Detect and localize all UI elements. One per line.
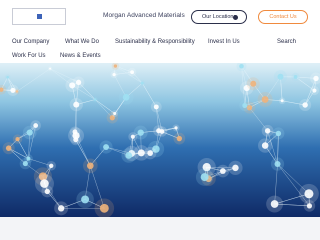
main-navigation: Our Company What We Do Sustainability & … — [0, 36, 320, 64]
our-locations-label: Our Locations — [202, 14, 237, 20]
network-node — [33, 123, 39, 128]
network-node — [10, 87, 16, 93]
network-node — [302, 102, 308, 108]
network-node — [72, 131, 80, 140]
network-node — [153, 104, 159, 110]
network-node — [242, 103, 248, 109]
network-node — [232, 164, 239, 172]
network-node — [293, 75, 298, 79]
network-node — [275, 130, 282, 137]
network-node — [6, 75, 9, 79]
network-node — [26, 156, 31, 161]
network-node — [219, 168, 226, 174]
network-node — [264, 128, 271, 134]
nav-item-what-we-do[interactable]: What We Do — [65, 39, 99, 45]
network-node — [200, 173, 209, 182]
network-node — [130, 134, 135, 139]
nav-item-work-for-us[interactable]: Work For Us — [12, 53, 46, 59]
network-node — [81, 195, 90, 204]
network-node — [137, 129, 144, 136]
network-node — [312, 88, 317, 93]
network-node — [274, 161, 281, 168]
location-pin-icon — [233, 15, 238, 20]
site-header: Morgan Advanced Materials Our Locations … — [0, 0, 320, 34]
network-node — [140, 81, 144, 85]
network-node — [239, 63, 244, 69]
content-strip — [0, 217, 320, 240]
network-node — [15, 136, 20, 142]
network-node — [147, 150, 153, 156]
logo-mark-icon — [37, 14, 42, 19]
nav-item-search[interactable]: Search — [277, 39, 296, 45]
nav-item-sustainability[interactable]: Sustainability & Responsibility — [115, 39, 195, 45]
nav-item-our-company[interactable]: Our Company — [12, 39, 49, 45]
network-node — [174, 126, 178, 130]
network-node — [40, 179, 49, 188]
network-node — [250, 80, 257, 87]
network-node — [261, 96, 269, 103]
network-node — [99, 203, 109, 213]
network-node — [156, 128, 162, 134]
network-node — [176, 135, 183, 142]
hero-network-image — [0, 63, 320, 217]
contact-us-button[interactable]: Contact Us — [258, 10, 308, 24]
network-node — [113, 111, 117, 116]
network-node — [86, 162, 94, 170]
network-node — [280, 99, 284, 103]
network-node — [49, 163, 54, 168]
network-node — [69, 82, 76, 89]
network-node — [125, 152, 133, 159]
site-logo[interactable] — [12, 8, 66, 25]
network-node — [122, 93, 130, 101]
network-node — [270, 200, 279, 208]
hero-banner — [0, 63, 320, 217]
network-node — [73, 101, 80, 108]
network-node — [5, 145, 12, 151]
network-node — [304, 189, 314, 199]
network-node — [313, 75, 319, 82]
network-node — [277, 73, 284, 80]
network-node — [57, 205, 65, 212]
network-node — [137, 149, 145, 157]
network-node — [261, 142, 269, 149]
network-node — [112, 72, 116, 77]
nav-item-news-events[interactable]: News & Events — [60, 53, 101, 59]
brand-name[interactable]: Morgan Advanced Materials — [103, 12, 185, 19]
our-locations-button[interactable]: Our Locations — [191, 10, 247, 24]
network-node — [93, 98, 97, 101]
network-node — [26, 129, 33, 136]
network-node — [130, 70, 135, 75]
network-node — [306, 203, 313, 209]
network-node — [49, 67, 52, 70]
network-node — [103, 144, 110, 151]
nav-item-invest-in-us[interactable]: Invest In Us — [208, 39, 240, 45]
network-node — [113, 64, 118, 68]
